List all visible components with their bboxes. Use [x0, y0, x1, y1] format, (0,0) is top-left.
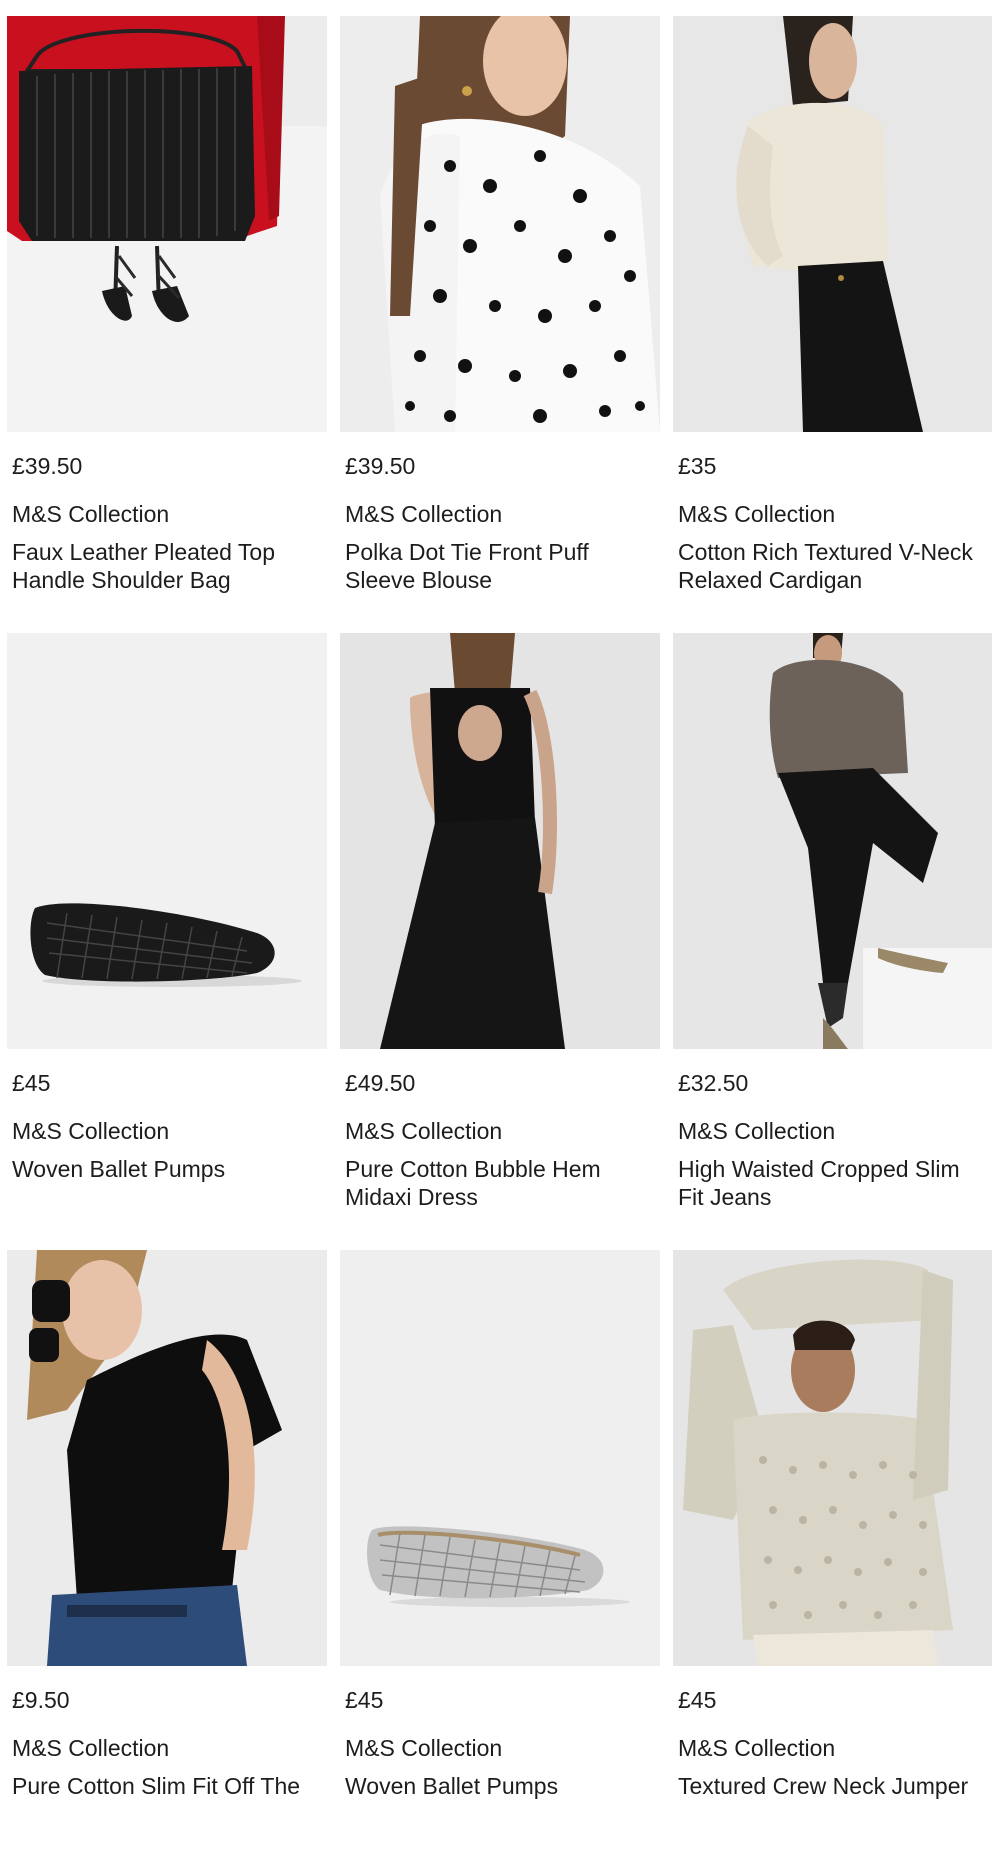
product-card[interactable]: £45 M&S Collection Woven Ballet Pumps [340, 1250, 660, 1867]
product-price: £32.50 [678, 1070, 749, 1096]
product-card[interactable]: £9.50 M&S Collection Pure Cotton Slim Fi… [7, 1250, 327, 1867]
product-price: £45 [678, 1687, 717, 1713]
product-brand: M&S Collection [345, 501, 503, 527]
product-brand: M&S Collection [12, 1735, 170, 1761]
product-price: £39.50 [345, 453, 416, 479]
product-brand: M&S Collection [345, 1118, 503, 1144]
product-price: £45 [345, 1687, 384, 1713]
product-brand: M&S Collection [678, 1118, 836, 1144]
product-card[interactable]: £32.50 M&S Collection High Waisted Cropp… [673, 633, 992, 1250]
product-name[interactable]: Textured Crew Neck Jumper [678, 1772, 992, 1800]
product-brand: M&S Collection [678, 501, 836, 527]
product-brand: M&S Collection [345, 1735, 503, 1761]
product-image[interactable] [7, 633, 327, 1049]
product-price: £45 [12, 1070, 51, 1096]
product-image[interactable] [673, 633, 992, 1049]
product-card[interactable]: £45 M&S Collection Textured Crew Neck Ju… [673, 1250, 992, 1867]
product-price: £35 [678, 453, 717, 479]
product-name[interactable]: High Waisted Cropped Slim Fit Jeans [678, 1155, 992, 1211]
product-card[interactable]: £35 M&S Collection Cotton Rich Textured … [673, 16, 992, 633]
product-name[interactable]: Woven Ballet Pumps [12, 1155, 327, 1183]
product-name[interactable]: Woven Ballet Pumps [345, 1772, 660, 1800]
product-image[interactable] [7, 1250, 327, 1666]
product-card[interactable]: £39.50 M&S Collection Polka Dot Tie Fron… [340, 16, 660, 633]
product-card[interactable]: £39.50 M&S Collection Faux Leather Pleat… [7, 16, 327, 633]
product-brand: M&S Collection [12, 1118, 170, 1144]
product-image[interactable] [673, 16, 992, 432]
product-image[interactable] [340, 633, 660, 1049]
product-price: £9.50 [12, 1687, 70, 1713]
product-name[interactable]: Polka Dot Tie Front Puff Sleeve Blouse [345, 538, 660, 594]
product-brand: M&S Collection [12, 501, 170, 527]
product-price: £39.50 [12, 453, 83, 479]
product-name[interactable]: Faux Leather Pleated Top Handle Shoulder… [12, 538, 327, 594]
product-image[interactable] [340, 1250, 660, 1666]
product-card[interactable]: £49.50 M&S Collection Pure Cotton Bubble… [340, 633, 660, 1250]
product-brand: M&S Collection [678, 1735, 836, 1761]
product-name[interactable]: Cotton Rich Textured V-Neck Relaxed Card… [678, 538, 992, 594]
product-card[interactable]: £45 M&S Collection Woven Ballet Pumps [7, 633, 327, 1250]
product-name[interactable]: Pure Cotton Slim Fit Off The [12, 1772, 327, 1800]
product-price: £49.50 [345, 1070, 416, 1096]
product-image[interactable] [7, 16, 327, 432]
product-grid: £39.50 M&S Collection Faux Leather Pleat… [7, 16, 992, 1867]
product-image[interactable] [340, 16, 660, 432]
product-image[interactable] [673, 1250, 992, 1666]
product-name[interactable]: Pure Cotton Bubble Hem Midaxi Dress [345, 1155, 660, 1211]
